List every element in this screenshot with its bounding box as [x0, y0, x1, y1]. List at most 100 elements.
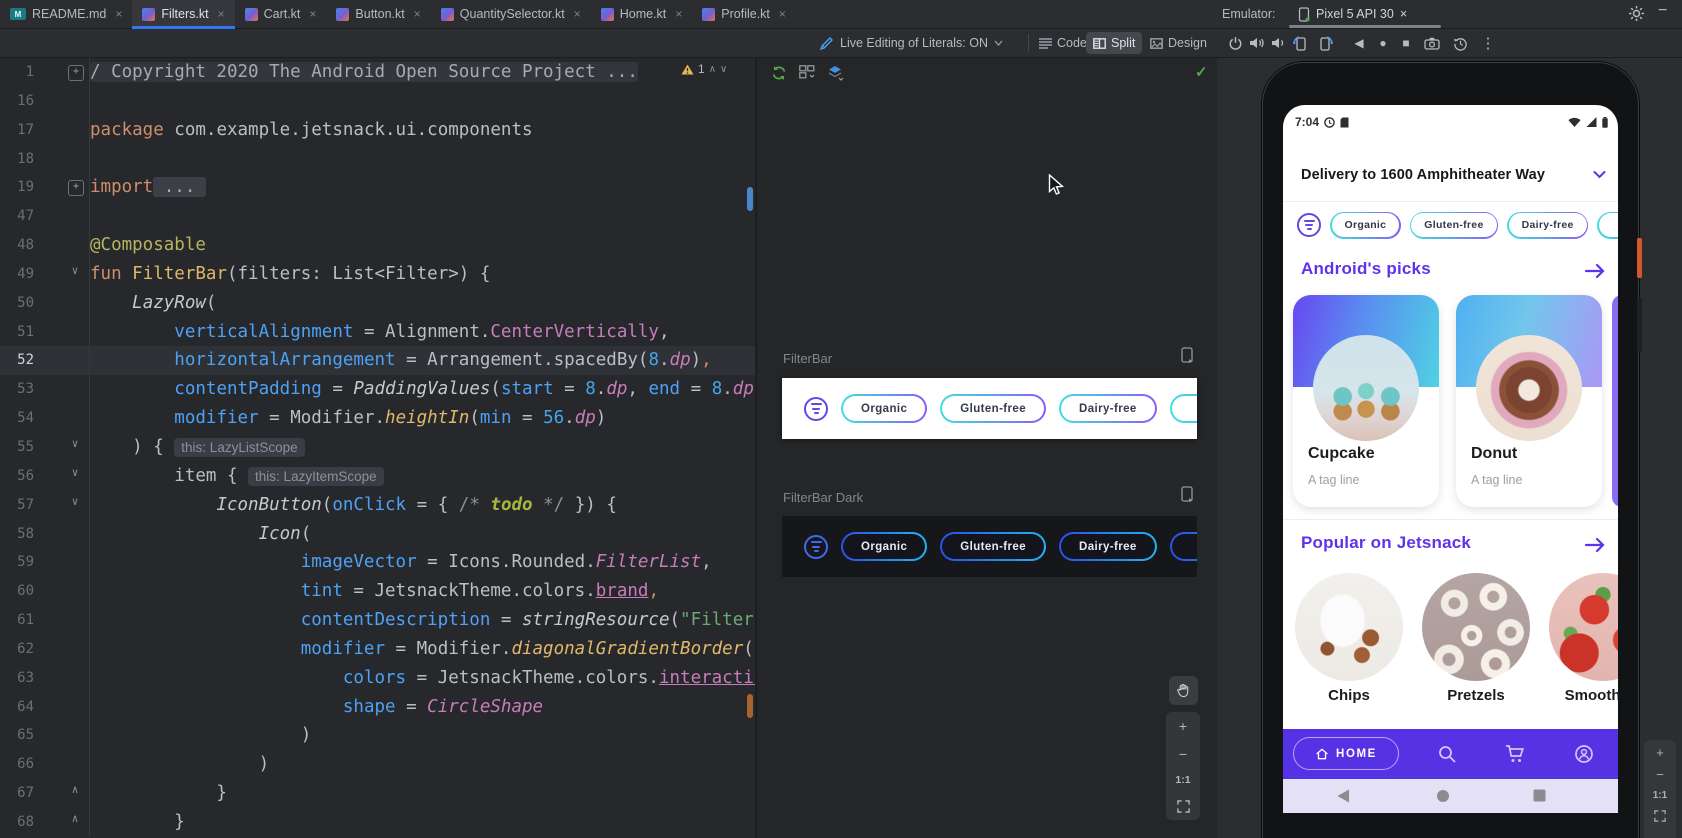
- nav-profile-icon[interactable]: [1574, 744, 1594, 764]
- filter-icon[interactable]: [1297, 213, 1321, 237]
- zoom-out-button[interactable]: −: [1179, 747, 1187, 761]
- fold-marker[interactable]: +: [68, 180, 84, 197]
- code-line-48[interactable]: 48 @Composable: [0, 231, 755, 260]
- code-line-60[interactable]: 60 tint = JetsnackTheme.colors.brand,: [0, 577, 755, 607]
- editor-tab-Cart.kt[interactable]: Cart.kt ×: [235, 0, 327, 28]
- code-line-53[interactable]: 53 contentPadding = PaddingValues(start …: [0, 375, 755, 405]
- editor-tab-QuantitySelector.kt[interactable]: QuantitySelector.kt ×: [431, 0, 591, 28]
- live-edit-dropdown[interactable]: Live Editing of Literals: ON: [820, 32, 1003, 54]
- filter-chip-partial[interactable]: [1169, 532, 1197, 561]
- refresh-preview-icon[interactable]: [771, 65, 787, 81]
- delivery-address-selector[interactable]: Delivery to 1600 Amphitheater Way: [1301, 163, 1606, 187]
- emulator-tab[interactable]: Pixel 5 API 30 ×: [1298, 0, 1407, 28]
- volume-up-icon[interactable]: [1246, 32, 1268, 54]
- preview-layout-icon[interactable]: [799, 65, 816, 80]
- fold-marker[interactable]: ∨: [68, 466, 82, 481]
- mode-design-button[interactable]: Design: [1143, 32, 1214, 54]
- close-tab-icon[interactable]: ×: [414, 7, 421, 21]
- jetsnack-app-screen[interactable]: 7:04 Delivery to 1600 Amphitheater Way O…: [1283, 105, 1618, 813]
- filter-chip-Organic[interactable]: Organic: [841, 532, 928, 561]
- deploy-preview-icon[interactable]: [1181, 347, 1193, 363]
- code-line-1[interactable]: 1 + / Copyright 2020 The Android Open Sour…: [0, 58, 755, 87]
- editor-tab-README.md[interactable]: M README.md ×: [0, 0, 132, 28]
- code-line-16[interactable]: 16: [0, 86, 755, 116]
- fold-marker[interactable]: ∨: [68, 264, 82, 279]
- fold-marker[interactable]: +: [68, 65, 84, 81]
- filter-chip-Dairy-free[interactable]: Dairy-free: [1059, 532, 1157, 561]
- fold-marker[interactable]: ∧: [68, 812, 82, 827]
- pan-tool-button[interactable]: [1169, 676, 1198, 705]
- close-tab-icon[interactable]: ×: [115, 7, 122, 21]
- next-issue-icon[interactable]: ∨: [720, 64, 727, 75]
- fold-marker[interactable]: ∧: [68, 784, 82, 798]
- nav-home-button[interactable]: HOME: [1293, 737, 1399, 770]
- smoothies-image[interactable]: [1549, 573, 1618, 681]
- android-home-icon[interactable]: [1436, 789, 1450, 803]
- layers-icon[interactable]: [827, 65, 845, 81]
- zoom-to-fit-icon[interactable]: [1176, 800, 1190, 813]
- filter-icon[interactable]: [804, 534, 828, 559]
- snack-card-Cupcake[interactable]: Cupcake A tag line: [1293, 295, 1439, 507]
- code-line-68[interactable]: 68 ∧ }: [0, 807, 755, 837]
- filter-chip-partial[interactable]: [1169, 394, 1197, 423]
- close-tab-icon[interactable]: ×: [309, 7, 316, 21]
- code-line-59[interactable]: 59 imageVector = Icons.Rounded.FilterLis…: [0, 548, 755, 578]
- code-line-18[interactable]: 18: [0, 144, 755, 174]
- nav-search-icon[interactable]: [1437, 744, 1457, 764]
- close-tab-icon[interactable]: ×: [574, 7, 581, 21]
- chips-image[interactable]: [1295, 573, 1403, 681]
- code-line-66[interactable]: 66 ): [0, 750, 755, 780]
- code-line-17[interactable]: 17 package com.example.jetsnack.ui.compon…: [0, 115, 755, 145]
- code-line-50[interactable]: 50 LazyRow(: [0, 288, 755, 318]
- app-filter-chip-Dairy-free[interactable]: Dairy-free: [1507, 211, 1589, 239]
- editor-tab-Home.kt[interactable]: Home.kt ×: [591, 0, 693, 28]
- code-line-57[interactable]: 57 ∨ IconButton(onClick = { /* todo */ })…: [0, 490, 755, 520]
- rotate-left-icon[interactable]: [1289, 32, 1311, 54]
- zoom-out-button[interactable]: −: [1656, 768, 1664, 781]
- snack-card-Donut[interactable]: Donut A tag line: [1456, 295, 1602, 507]
- filter-icon[interactable]: [804, 396, 828, 421]
- close-tab-icon[interactable]: ×: [675, 7, 682, 21]
- code-line-56[interactable]: 56 ∨ item { this: LazyItemScope: [0, 461, 755, 491]
- screenshot-camera-icon[interactable]: [1421, 32, 1443, 54]
- code-line-47[interactable]: 47: [0, 202, 755, 232]
- emulator-power-button[interactable]: [1224, 32, 1246, 54]
- code-line-49[interactable]: 49 ∨ fun FilterBar(filters: List<Filter>) …: [0, 259, 755, 289]
- rotate-right-icon[interactable]: [1315, 32, 1337, 54]
- code-line-58[interactable]: 58 Icon(: [0, 519, 755, 549]
- code-line-55[interactable]: 55 ∨ ) { this: LazyListScope: [0, 432, 755, 462]
- close-tab-icon[interactable]: ×: [779, 7, 786, 21]
- zoom-actual-size-button[interactable]: 1:1: [1653, 790, 1667, 801]
- more-options-icon[interactable]: ⋮: [1477, 32, 1499, 54]
- filter-chip-Organic[interactable]: Organic: [841, 394, 928, 423]
- editor-tab-Filters.kt[interactable]: Filters.kt ×: [132, 0, 235, 29]
- code-line-64[interactable]: 64 shape = CircleShape: [0, 692, 755, 722]
- android-back-icon[interactable]: [1337, 789, 1350, 803]
- android-overview-icon[interactable]: [1533, 789, 1546, 802]
- section-arrow-icon[interactable]: [1584, 263, 1606, 279]
- code-editor[interactable]: 1 + / Copyright 2020 The Android Open Sour…: [0, 58, 755, 838]
- close-emulator-tab-icon[interactable]: ×: [1400, 7, 1407, 21]
- fold-marker[interactable]: ∨: [68, 495, 82, 510]
- zoom-to-fit-icon[interactable]: [1654, 810, 1666, 822]
- code-line-19[interactable]: 19 + import ...: [0, 173, 755, 203]
- app-filter-chip-partial[interactable]: [1597, 211, 1618, 239]
- gear-icon[interactable]: [1628, 5, 1645, 22]
- zoom-in-button[interactable]: +: [1656, 746, 1664, 759]
- prev-issue-icon[interactable]: ∧: [709, 64, 716, 75]
- mode-code-button[interactable]: Code: [1032, 32, 1094, 54]
- filter-chip-Gluten-free[interactable]: Gluten-free: [940, 532, 1047, 561]
- deploy-preview-icon[interactable]: [1181, 486, 1193, 502]
- editor-tab-Profile.kt[interactable]: Profile.kt ×: [692, 0, 796, 28]
- section-arrow-icon[interactable]: [1584, 537, 1606, 553]
- fold-marker[interactable]: ∨: [68, 437, 82, 452]
- app-filter-chip-Gluten-free[interactable]: Gluten-free: [1409, 211, 1499, 239]
- pretzels-image[interactable]: [1422, 573, 1530, 681]
- zoom-actual-size-button[interactable]: 1:1: [1175, 774, 1190, 786]
- mode-split-button[interactable]: Split: [1086, 32, 1143, 54]
- code-line-51[interactable]: 51 verticalAlignment = Alignment.CenterV…: [0, 317, 755, 347]
- nav-cart-icon[interactable]: [1505, 744, 1526, 764]
- code-line-61[interactable]: 61 contentDescription = stringResource("…: [0, 606, 755, 635]
- code-line-54[interactable]: 54 modifier = Modifier.heightIn(min = 56…: [0, 404, 755, 433]
- filter-chip-Dairy-free[interactable]: Dairy-free: [1059, 394, 1157, 423]
